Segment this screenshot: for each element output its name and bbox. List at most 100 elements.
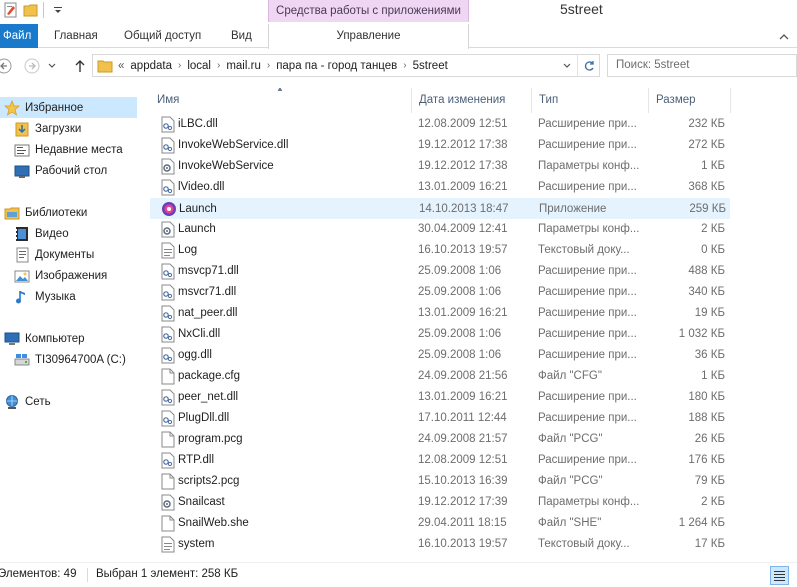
nav-downloads-label: Загрузки — [35, 122, 82, 135]
nav-documents[interactable]: Документы — [14, 244, 94, 265]
nav-favorites[interactable]: Избранное — [0, 97, 137, 118]
tab-home[interactable]: Главная — [54, 24, 98, 48]
nav-computer[interactable]: Компьютер — [4, 328, 85, 349]
search-input[interactable]: Поиск: 5street — [607, 54, 797, 77]
column-header-name[interactable]: Имя — [150, 88, 412, 113]
breadcrumb-separator-icon[interactable]: › — [403, 60, 406, 71]
forward-arrow-icon[interactable] — [22, 56, 42, 76]
nav-libraries[interactable]: Библиотеки — [4, 202, 87, 223]
status-divider — [87, 568, 88, 582]
file-row[interactable]: InvokeWebService 19.12.2012 17:38 Параметр… — [150, 156, 730, 177]
new-folder-icon[interactable] — [22, 1, 40, 19]
address-bar[interactable]: « appdata › local › mail.ru › пара па - … — [92, 54, 600, 77]
tab-share[interactable]: Общий доступ — [124, 24, 201, 48]
file-name: SnailWeb.she — [178, 517, 249, 529]
breadcrumb-appdata[interactable]: appdata — [130, 60, 172, 72]
breadcrumb-separator-icon[interactable]: › — [217, 60, 220, 71]
properties-icon[interactable] — [2, 1, 20, 19]
file-row[interactable]: Log 16.10.2013 19:57 Текстовый доку... 0 КБ — [150, 240, 730, 261]
file-row[interactable]: Snailcast 19.12.2012 17:39 Параметры конф.… — [150, 492, 730, 513]
file-name: msvcr71.dll — [178, 286, 237, 298]
nav-video[interactable]: Видео — [14, 223, 69, 244]
file-row[interactable]: msvcp71.dll 25.09.2008 1:06 Расширение при… — [150, 261, 730, 282]
column-header-type[interactable]: Тип — [532, 88, 649, 113]
file-name: system — [178, 538, 215, 550]
file-row[interactable]: system 16.10.2013 19:57 Текстовый доку... 1… — [150, 534, 730, 555]
address-dropdown-icon[interactable] — [563, 63, 571, 69]
back-arrow-icon[interactable] — [0, 56, 14, 76]
file-date: 13.01.2009 16:21 — [418, 307, 508, 319]
file-name: InvokeWebService.dll — [178, 139, 289, 151]
file-row[interactable]: scripts2.pcg 15.10.2013 16:39 Файл "PCG" 79… — [150, 471, 730, 492]
downloads-folder-icon — [14, 121, 30, 137]
config-icon — [160, 221, 176, 238]
file-size: 232 КБ — [688, 118, 725, 130]
tab-view[interactable]: Вид — [231, 24, 252, 48]
file-size: 180 КБ — [688, 391, 725, 403]
file-row[interactable]: SnailWeb.she 29.04.2011 18:15 Файл "SHE" 1 … — [150, 513, 730, 534]
nav-desktop-label: Рабочий стол — [35, 164, 108, 177]
breadcrumb-mailru[interactable]: mail.ru — [226, 60, 261, 72]
file-row[interactable]: PlugDll.dll 17.10.2011 12:44 Расширение пр… — [150, 408, 730, 429]
file-type: Расширение при... — [538, 454, 637, 466]
nav-network[interactable]: Сеть — [4, 391, 51, 412]
breadcrumb-separator-icon[interactable]: › — [267, 60, 270, 71]
file-name: ogg.dll — [178, 349, 212, 361]
file-date: 30.04.2009 12:41 — [418, 223, 508, 235]
dll-icon — [160, 284, 176, 301]
file-row[interactable]: RTP.dll 12.08.2009 12:51 Расширение при...… — [150, 450, 730, 471]
dll-icon — [160, 347, 176, 364]
file-name: Launch — [179, 203, 217, 215]
refresh-icon[interactable] — [577, 55, 599, 76]
file-date: 17.10.2011 12:44 — [418, 412, 507, 424]
breadcrumb-current-folder[interactable]: 5street — [413, 60, 448, 72]
breadcrumb-local[interactable]: local — [187, 60, 211, 72]
recent-locations-chevron-icon[interactable] — [46, 56, 58, 76]
config-icon — [160, 158, 176, 175]
file-row[interactable]: InvokeWebService.dll 19.12.2012 17:38 Расш… — [150, 135, 730, 156]
nav-pictures[interactable]: Изображения — [14, 265, 107, 286]
file-type: Расширение при... — [538, 391, 637, 403]
nav-desktop[interactable]: Рабочий стол — [14, 160, 107, 181]
file-date: 25.09.2008 1:06 — [418, 349, 502, 361]
nav-pictures-label: Изображения — [35, 269, 108, 282]
nav-recent-places[interactable]: Недавние места — [14, 139, 123, 160]
chevron-up-icon[interactable] — [779, 30, 789, 44]
file-row[interactable]: lVideo.dll 13.01.2009 16:21 Расширение при… — [150, 177, 730, 198]
file-row[interactable]: nat_peer.dll 13.01.2009 16:21 Расширение п… — [150, 303, 730, 324]
file-name: scripts2.pcg — [178, 475, 240, 487]
column-header-size[interactable]: Размер — [649, 88, 731, 113]
details-view-icon[interactable] — [770, 566, 789, 585]
nav-downloads[interactable]: Загрузки — [14, 118, 81, 139]
file-name: iLBC.dll — [178, 118, 218, 130]
file-date: 19.12.2012 17:39 — [418, 496, 508, 508]
file-name: program.pcg — [178, 433, 243, 445]
up-arrow-icon[interactable] — [70, 56, 90, 76]
customize-toolbar-icon[interactable] — [49, 1, 67, 19]
breadcrumb-game-folder[interactable]: пара па - город танцев — [276, 60, 397, 72]
file-row[interactable]: NxCli.dll 25.09.2008 1:06 Расширение при..… — [150, 324, 730, 345]
nav-music[interactable]: Музыка — [14, 286, 76, 307]
file-row[interactable]: peer_net.dll 13.01.2009 16:21 Расширение п… — [150, 387, 730, 408]
file-row[interactable]: iLBC.dll 12.08.2009 12:51 Расширение при..… — [150, 114, 730, 135]
file-date: 19.12.2012 17:38 — [418, 139, 508, 151]
file-row[interactable]: msvcr71.dll 25.09.2008 1:06 Расширение при… — [150, 282, 730, 303]
file-date: 12.08.2009 12:51 — [418, 454, 508, 466]
navigation-bar: « appdata › local › mail.ru › пара па - … — [0, 49, 797, 84]
nav-drive-c[interactable]: TI30964700A (C:) — [14, 349, 126, 370]
breadcrumb-separator-icon[interactable]: › — [178, 60, 181, 71]
file-row[interactable]: program.pcg 24.09.2008 21:57 Файл "PCG" 26 … — [150, 429, 730, 450]
tab-manage[interactable]: Управление — [268, 24, 469, 49]
file-row[interactable]: ogg.dll 25.09.2008 1:06 Расширение при... 3… — [150, 345, 730, 366]
file-row[interactable]: package.cfg 24.09.2008 21:56 Файл "CFG" 1 К… — [150, 366, 730, 387]
breadcrumb-overflow[interactable]: « — [118, 60, 124, 72]
file-type: Приложение — [539, 203, 607, 215]
file-row[interactable]: Launch 14.10.2013 18:47 Приложение 259 КБ — [150, 198, 730, 219]
file-type: Расширение при... — [538, 412, 637, 424]
tab-file[interactable]: Файл — [0, 24, 38, 48]
file-type: Файл "PCG" — [538, 433, 603, 445]
column-header-date[interactable]: Дата изменения — [412, 88, 532, 113]
status-bar: Элементов: 49 Выбран 1 элемент: 258 КБ — [0, 562, 797, 587]
file-row[interactable]: Launch 30.04.2009 12:41 Параметры конф... 2… — [150, 219, 730, 240]
file-type: Расширение при... — [538, 307, 637, 319]
